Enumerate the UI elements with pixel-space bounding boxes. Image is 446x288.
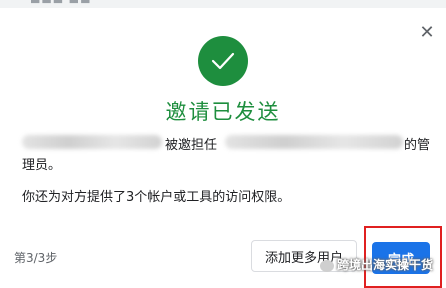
- wechat-icon: [320, 259, 334, 272]
- watermark-text: 跨境出海实操干货: [337, 258, 434, 272]
- success-check-icon: [198, 36, 248, 86]
- background-ghost-text: ▬▬▬ ▬▬: [30, 0, 92, 7]
- redacted-email-blur: [22, 135, 162, 149]
- message-line-2: 理员。: [22, 158, 62, 173]
- message-segment-admin-prefix: 的管: [404, 138, 431, 153]
- watermark: 跨境出海实操干货: [320, 256, 433, 273]
- dialog-title: 邀请已发送: [165, 100, 281, 124]
- message-segment-invited-as: 被邀担任: [165, 138, 218, 153]
- message-line-1: 被邀担任 的管: [22, 133, 432, 153]
- close-icon[interactable]: ✕: [416, 22, 438, 44]
- background-page-strip: ▬▬▬ ▬▬: [0, 0, 446, 8]
- redacted-account-blur: [225, 135, 403, 149]
- message-access-note: 你还为对方提供了3个帐户或工具的访问权限。: [22, 190, 291, 205]
- invitation-sent-dialog: ✕ 邀请已发送 被邀担任 的管 理员。 你还为对方提供了3个帐户或工具的访问权限…: [0, 8, 446, 288]
- step-indicator: 第3/3步: [14, 251, 58, 265]
